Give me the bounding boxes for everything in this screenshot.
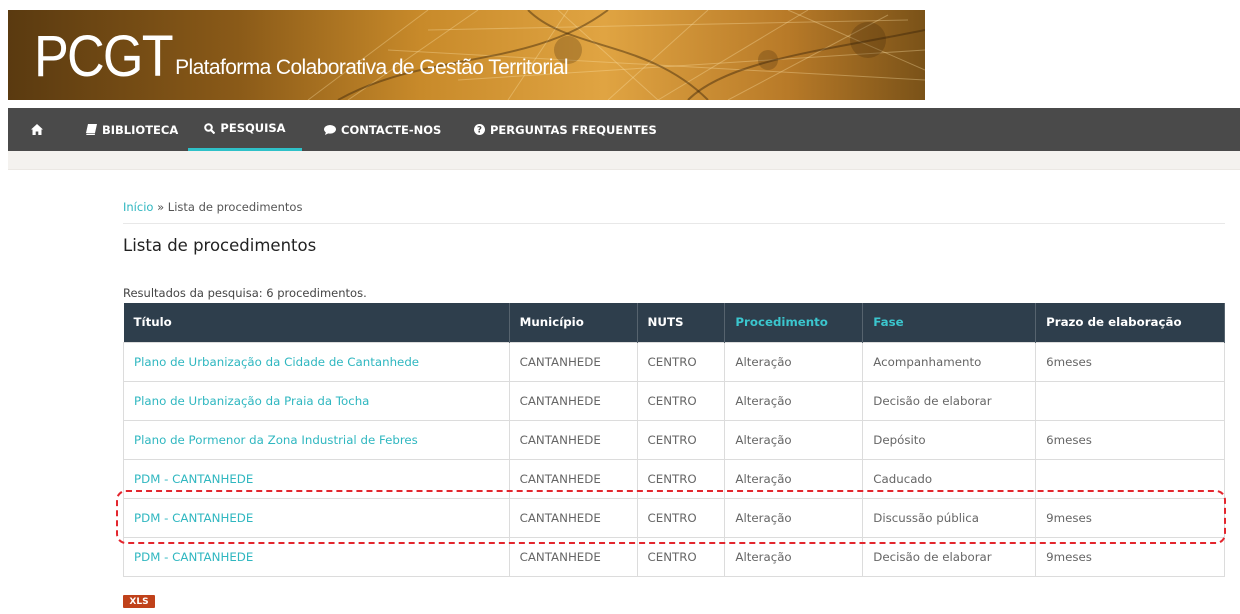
procedures-table: Título Município NUTS Procedimento Fase … — [123, 303, 1225, 577]
logo-tagline: Plataforma Colaborativa de Gestão Territ… — [175, 56, 568, 79]
cell-titulo: PDM - CANTANHEDE — [123, 458, 510, 499]
cell-prazo: 9meses — [1035, 536, 1225, 577]
header-prazo: Prazo de elaboração — [1035, 303, 1225, 342]
cell-fase: Depósito — [862, 419, 1037, 460]
cell-prazo: 6meses — [1035, 419, 1225, 460]
breadcrumb: Início » Lista de procedimentos — [123, 200, 302, 214]
cell-fase: Discussão pública — [862, 497, 1037, 538]
cell-titulo: Plano de Pormenor da Zona Industrial de … — [123, 419, 510, 460]
results-count: Resultados da pesquisa: 6 procedimentos. — [123, 286, 367, 300]
cell-municipio: CANTANHEDE — [508, 380, 638, 421]
site-logo[interactable]: PCGT Plataforma Colaborativa de Gestão Te… — [34, 24, 569, 89]
book-icon — [86, 124, 97, 135]
page-title: Lista de procedimentos — [123, 236, 317, 255]
breadcrumb-current: Lista de procedimentos — [167, 200, 303, 214]
nav-biblioteca-label: BIBLIOTECA — [102, 122, 179, 137]
cell-procedimento: Alteração — [724, 380, 864, 421]
cell-procedimento: Alteração — [724, 419, 864, 460]
search-icon — [204, 122, 216, 134]
cell-procedimento: Alteração — [724, 341, 864, 382]
cell-fase: Decisão de elaborar — [862, 380, 1037, 421]
cell-nuts: CENTRO — [636, 497, 726, 538]
divider — [123, 223, 1225, 224]
question-circle-icon: ? — [474, 124, 485, 135]
cell-nuts: CENTRO — [636, 458, 726, 499]
cell-titulo: PDM - CANTANHEDE — [123, 497, 510, 538]
table-row: Plano de Urbanização da Praia da Tocha C… — [123, 380, 1225, 421]
site-banner[interactable]: PCGT Plataforma Colaborativa de Gestão Te… — [8, 10, 925, 100]
table-row: Plano de Urbanização da Cidade de Cantan… — [123, 341, 1225, 382]
cell-fase: Acompanhamento — [862, 341, 1037, 382]
table-row: PDM - CANTANHEDE CANTANHEDE CENTRO Alter… — [123, 458, 1225, 499]
cell-municipio: CANTANHEDE — [508, 419, 638, 460]
nav-biblioteca[interactable]: BIBLIOTECA — [86, 108, 178, 151]
cell-titulo: Plano de Urbanização da Cidade de Cantan… — [123, 341, 510, 382]
breadcrumb-separator: » — [153, 200, 168, 214]
cell-municipio: CANTANHEDE — [508, 536, 638, 577]
procedure-link[interactable]: PDM - CANTANHEDE — [134, 550, 253, 564]
cell-prazo — [1035, 458, 1225, 499]
procedure-link[interactable]: PDM - CANTANHEDE — [134, 511, 253, 525]
procedure-link[interactable]: Plano de Urbanização da Cidade de Cantan… — [134, 355, 419, 369]
cell-titulo: Plano de Urbanização da Praia da Tocha — [123, 380, 510, 421]
nav-pesquisa-label: PESQUISA — [220, 121, 286, 135]
header-fase[interactable]: Fase — [862, 303, 1037, 342]
comment-icon — [324, 124, 336, 135]
nav-contacte-nos[interactable]: CONTACTE-NOS — [324, 108, 441, 151]
cell-municipio: CANTANHEDE — [508, 497, 638, 538]
cell-fase: Decisão de elaborar — [862, 536, 1037, 577]
nav-contacte-nos-label: CONTACTE-NOS — [341, 122, 442, 137]
cell-nuts: CENTRO — [636, 536, 726, 577]
cell-nuts: CENTRO — [636, 419, 726, 460]
cell-municipio: CANTANHEDE — [508, 458, 638, 499]
breadcrumb-home-link[interactable]: Início — [123, 200, 153, 214]
procedure-link[interactable]: PDM - CANTANHEDE — [134, 472, 253, 486]
table-row: PDM - CANTANHEDE CANTANHEDE CENTRO Alter… — [123, 536, 1225, 577]
table-row-highlighted: PDM - CANTANHEDE CANTANHEDE CENTRO Alter… — [123, 497, 1225, 538]
header-titulo[interactable]: Título — [123, 303, 510, 342]
nav-home[interactable] — [31, 108, 43, 151]
cell-procedimento: Alteração — [724, 458, 864, 499]
header-municipio: Município — [509, 303, 638, 342]
cell-procedimento: Alteração — [724, 536, 864, 577]
cell-prazo — [1035, 380, 1225, 421]
logo-acronym: PCGT — [34, 24, 174, 89]
procedure-link[interactable]: Plano de Urbanização da Praia da Tocha — [134, 394, 369, 408]
home-icon — [31, 124, 43, 135]
cell-municipio: CANTANHEDE — [508, 341, 638, 382]
cell-prazo: 6meses — [1035, 341, 1225, 382]
nav-pesquisa[interactable]: PESQUISA — [188, 108, 302, 151]
cell-nuts: CENTRO — [636, 380, 726, 421]
cell-nuts: CENTRO — [636, 341, 726, 382]
header-nuts: NUTS — [637, 303, 726, 342]
export-xls-button[interactable]: XLS — [123, 595, 155, 608]
header-procedimento[interactable]: Procedimento — [724, 303, 864, 342]
nav-subbar — [8, 151, 1240, 170]
cell-fase: Caducado — [862, 458, 1037, 499]
cell-procedimento: Alteração — [724, 497, 864, 538]
procedure-link[interactable]: Plano de Pormenor da Zona Industrial de … — [134, 433, 418, 447]
nav-perguntas-frequentes[interactable]: ? PERGUNTAS FREQUENTES — [474, 108, 657, 151]
svg-text:?: ? — [477, 126, 482, 135]
main-navbar: BIBLIOTECA PESQUISA CONTACTE-NOS ? PERGU… — [8, 108, 1240, 151]
cell-prazo: 9meses — [1035, 497, 1225, 538]
nav-perguntas-frequentes-label: PERGUNTAS FREQUENTES — [490, 122, 657, 137]
table-header-row: Título Município NUTS Procedimento Fase … — [123, 303, 1225, 342]
table-row: Plano de Pormenor da Zona Industrial de … — [123, 419, 1225, 460]
cell-titulo: PDM - CANTANHEDE — [123, 536, 510, 577]
